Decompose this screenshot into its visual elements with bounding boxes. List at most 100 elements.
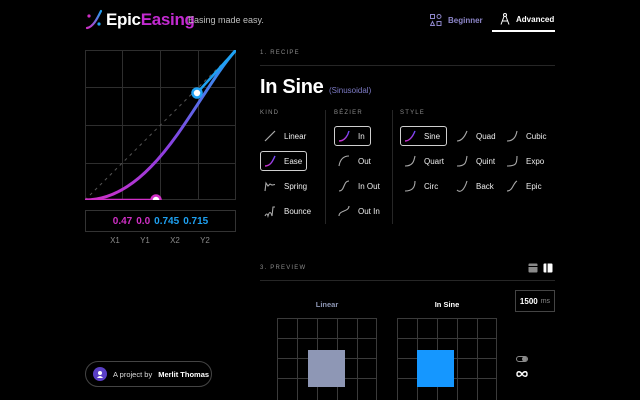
- sine-curve-icon: [400, 126, 420, 146]
- bezier-option-in[interactable]: In: [334, 126, 371, 146]
- kind-option-label: Ease: [284, 156, 303, 166]
- credit-badge[interactable]: A project by Merlit Thomas: [85, 361, 212, 387]
- linear-curve-icon: [260, 126, 280, 146]
- style-option-circ[interactable]: Circ: [400, 176, 450, 196]
- label-y1: Y1: [140, 236, 150, 245]
- curve-editor[interactable]: [85, 50, 236, 200]
- kind-option-linear[interactable]: Linear: [260, 126, 310, 146]
- cubic-curve-icon: [502, 126, 522, 146]
- kind-option-spring[interactable]: Spring: [260, 176, 312, 196]
- preview-label-linear: Linear: [315, 300, 339, 309]
- style-option-label: Quint: [476, 156, 496, 166]
- duration-unit: ms: [540, 297, 551, 305]
- kind-option-label: Linear: [284, 131, 307, 141]
- bezier-option-label: In: [358, 131, 365, 141]
- style-option-label: Cubic: [526, 131, 547, 141]
- value-axis-labels: X1 Y1 X2 Y2: [100, 236, 220, 245]
- circ-curve-icon: [400, 176, 420, 196]
- style-option-quint[interactable]: Quint: [452, 151, 498, 171]
- kind-option-ease[interactable]: Ease: [260, 151, 307, 171]
- expo-curve-icon: [502, 151, 522, 171]
- column-divider: [392, 110, 393, 224]
- mode-advanced-label: Advanced: [516, 14, 555, 24]
- style-option-cubic[interactable]: Cubic: [502, 126, 552, 146]
- value-y2[interactable]: 0.715: [183, 216, 208, 227]
- layout-split-icon[interactable]: [543, 263, 553, 273]
- preview-label-in-sine: In Sine: [434, 300, 460, 309]
- style-option-epic[interactable]: Epic: [502, 176, 552, 196]
- kind-option-bounce[interactable]: Bounce: [260, 201, 315, 221]
- epic-curve-icon: [502, 176, 522, 196]
- bezier-option-label: Out In: [358, 206, 380, 216]
- duration-input[interactable]: 1500 ms: [515, 290, 555, 312]
- kind-heading: KIND: [260, 110, 280, 116]
- recipe-name: In Sine: [260, 76, 324, 98]
- style-heading: STYLE: [400, 110, 426, 116]
- brand-part1: Epic: [106, 10, 141, 29]
- ease-out-icon: [334, 151, 354, 171]
- bezier-values[interactable]: 0.47 0.0 0.745 0.715: [85, 210, 236, 232]
- bezier-option-out-in[interactable]: Out In: [334, 201, 384, 221]
- bezier-option-label: In Out: [358, 181, 380, 191]
- ease-out-in-icon: [334, 201, 354, 221]
- style-option-back[interactable]: Back: [452, 176, 498, 196]
- quint-curve-icon: [452, 151, 472, 171]
- style-option-sine[interactable]: Sine: [400, 126, 447, 146]
- label-y2: Y2: [200, 236, 210, 245]
- logo-icon: [85, 9, 103, 30]
- bezier-option-label: Out: [358, 156, 371, 166]
- ease-in-out-icon: [334, 176, 354, 196]
- shapes-icon: [430, 14, 442, 26]
- bezier-heading: BÉZIER: [334, 110, 363, 116]
- bezier-option-in-out[interactable]: In Out: [334, 176, 384, 196]
- kind-option-label: Spring: [284, 181, 308, 191]
- spring-curve-icon: [260, 176, 280, 196]
- recipe-subtitle: (Sinusoidal): [329, 86, 372, 95]
- value-y1[interactable]: 0.0: [136, 216, 150, 227]
- control-point-1-handle[interactable]: [150, 194, 162, 201]
- recipe-divider: [260, 65, 555, 66]
- quart-curve-icon: [400, 151, 420, 171]
- tagline: Easing made easy.: [188, 15, 264, 25]
- brand-part2: Easing: [140, 10, 195, 29]
- label-x2: X2: [170, 236, 180, 245]
- toggle-icon[interactable]: [516, 353, 528, 365]
- mode-beginner-tab[interactable]: Beginner: [430, 8, 490, 32]
- value-x1[interactable]: 0.47: [113, 216, 132, 227]
- preview-panel-in-sine: [397, 318, 497, 400]
- column-divider: [325, 110, 326, 224]
- compass-icon: [500, 13, 510, 25]
- style-option-label: Back: [476, 181, 494, 191]
- style-option-expo[interactable]: Expo: [502, 151, 552, 171]
- credit-author[interactable]: Merlit Thomas: [158, 370, 209, 379]
- loop-infinity-icon[interactable]: [516, 368, 528, 380]
- mode-advanced-tab[interactable]: Advanced: [492, 8, 555, 32]
- duration-value: 1500: [519, 296, 538, 306]
- preview-divider: [260, 280, 555, 281]
- style-option-label: Quad: [476, 131, 496, 141]
- layout-single-icon[interactable]: [528, 263, 538, 273]
- avatar-icon: [97, 371, 103, 378]
- brand-name[interactable]: EpicEasing: [106, 10, 195, 30]
- quad-curve-icon: [452, 126, 472, 146]
- style-option-label: Quart: [424, 156, 445, 166]
- recipe-section-title: 1. RECIPE: [260, 50, 300, 56]
- style-option-label: Expo: [526, 156, 545, 166]
- ease-in-icon: [334, 126, 354, 146]
- mode-beginner-label: Beginner: [448, 15, 483, 25]
- handle-line-2: [196, 50, 236, 94]
- ease-curve-icon: [260, 151, 280, 171]
- bezier-option-out[interactable]: Out: [334, 151, 379, 171]
- avatar: [93, 367, 107, 381]
- style-option-label: Epic: [526, 181, 542, 191]
- value-x2[interactable]: 0.745: [154, 216, 179, 227]
- preview-panel-linear: [277, 318, 377, 400]
- bounce-curve-icon: [260, 201, 280, 221]
- back-curve-icon: [452, 176, 472, 196]
- control-point-2-handle[interactable]: [191, 87, 203, 99]
- kind-option-label: Bounce: [284, 206, 312, 216]
- style-option-label: Circ: [424, 181, 439, 191]
- preview-square-in-sine: [417, 350, 454, 387]
- style-option-quad[interactable]: Quad: [452, 126, 498, 146]
- style-option-quart[interactable]: Quart: [400, 151, 450, 171]
